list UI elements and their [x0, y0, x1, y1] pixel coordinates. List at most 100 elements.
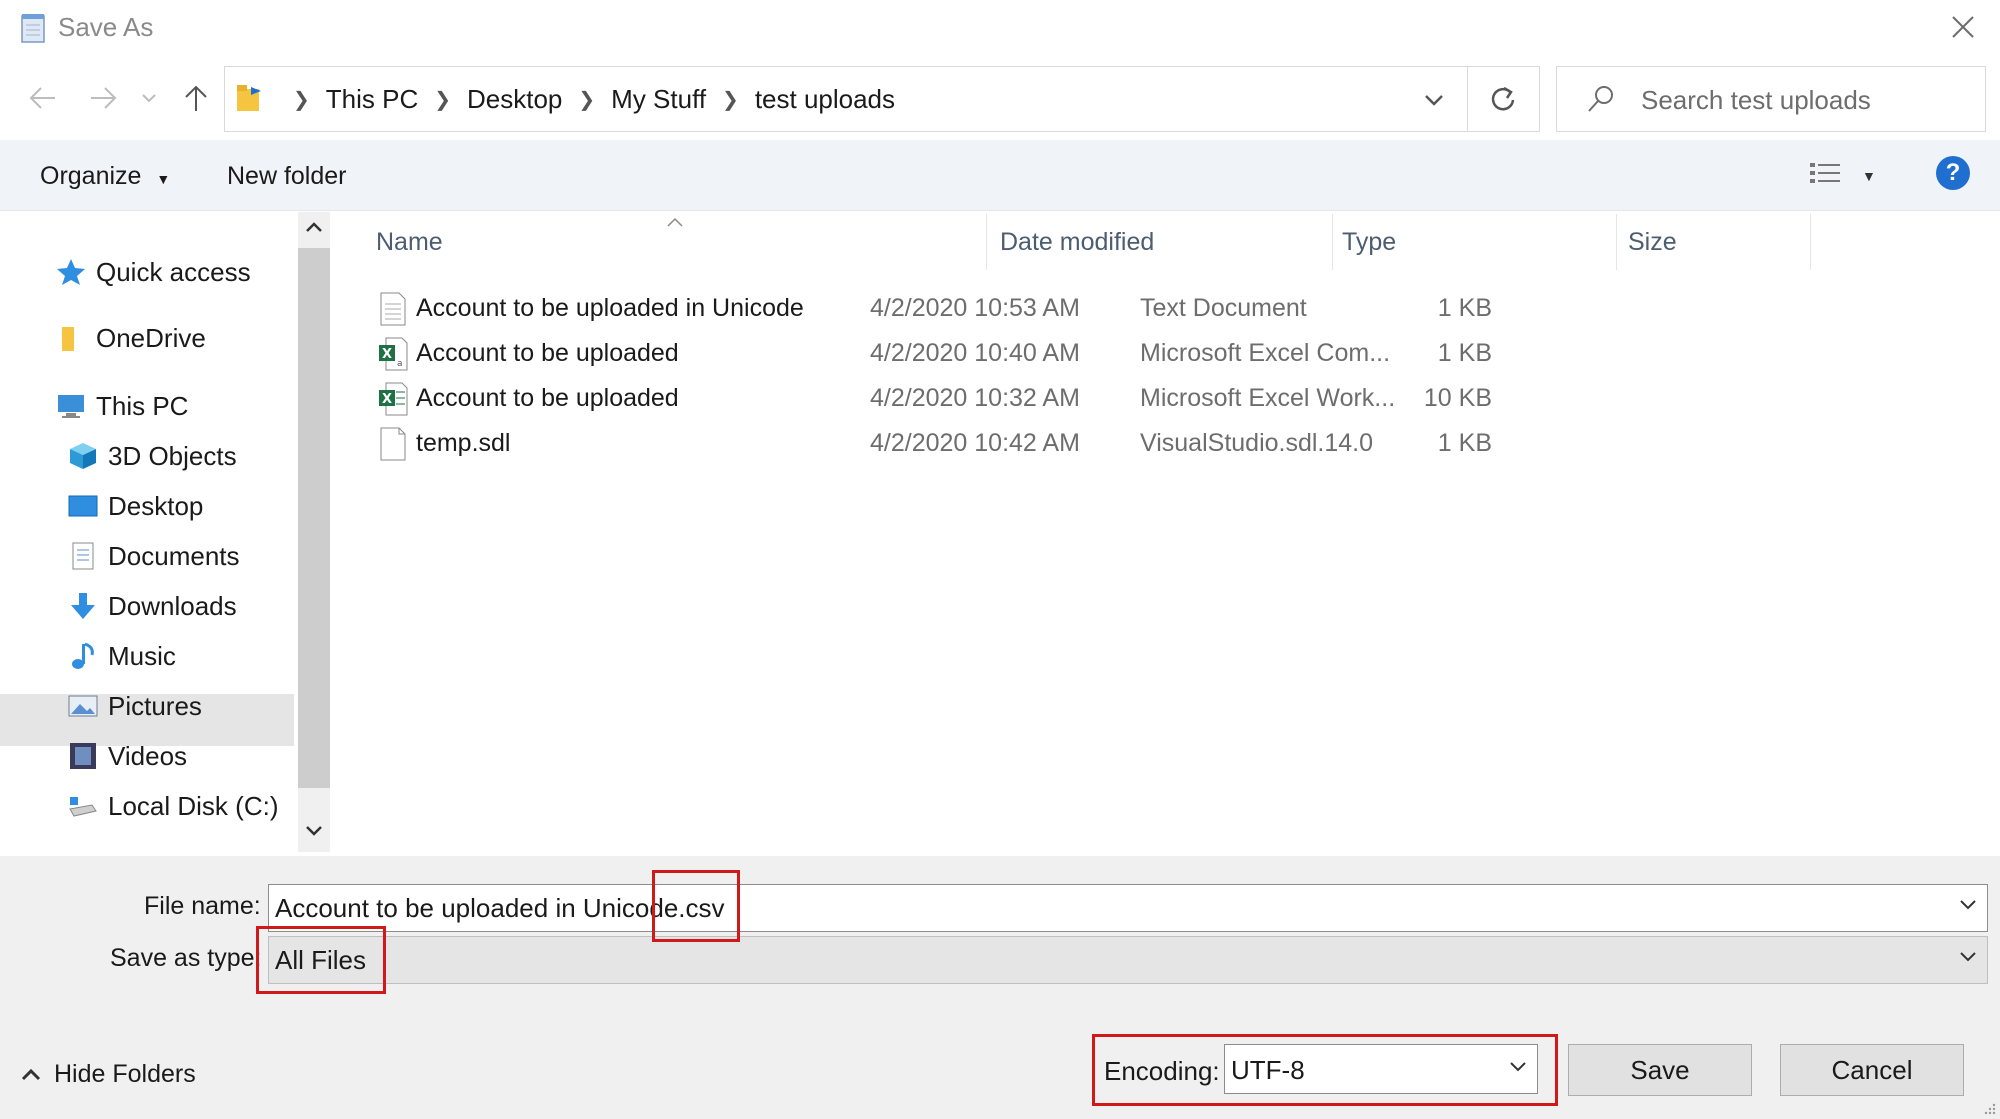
hide-folders-button[interactable]: Hide Folders [20, 1060, 196, 1089]
sidebar-item-3d-objects[interactable]: 3D Objects [68, 434, 237, 478]
column-divider [1332, 214, 1333, 270]
column-header-size[interactable]: Size [1628, 228, 1677, 257]
column-header-name[interactable]: Name [376, 228, 443, 257]
forward-button[interactable] [84, 78, 124, 118]
sidebar-item-local-disk[interactable]: Local Disk (C:) [68, 784, 278, 828]
title-bar: Save As [0, 0, 2000, 58]
breadcrumb-separator-icon: ❯ [293, 88, 310, 111]
chevron-down-icon[interactable] [1959, 899, 1977, 911]
sidebar-item-pictures[interactable]: Pictures [68, 684, 202, 728]
sidebar-item-this-pc[interactable]: This PC [56, 384, 188, 428]
file-name: Account to be uploaded [416, 384, 679, 412]
view-details-icon[interactable] [1808, 160, 1842, 190]
folder-icon [237, 85, 261, 111]
file-type: VisualStudio.sdl.14.0 [1140, 429, 1374, 457]
column-divider [986, 214, 987, 270]
svg-text:a: a [397, 359, 403, 369]
caret-down-icon: ▼ [156, 171, 171, 187]
file-name: Account to be uploaded in Unicode [416, 294, 804, 322]
breadcrumb-desktop[interactable]: Desktop [467, 84, 562, 115]
help-icon[interactable]: ? [1936, 156, 1970, 190]
navigation-pane-scrollbar[interactable] [298, 212, 330, 852]
file-row[interactable]: Account to be uploaded in Unicode 4/2/20… [378, 288, 1778, 332]
resize-grip-icon[interactable] [1982, 1101, 1996, 1115]
column-divider [1810, 214, 1811, 270]
notepad-icon [21, 14, 45, 43]
address-dropdown-icon[interactable] [1419, 85, 1449, 115]
scroll-down-icon[interactable] [304, 824, 324, 838]
breadcrumb-my-stuff[interactable]: My Stuff [611, 84, 706, 115]
sidebar-item-desktop[interactable]: Desktop [68, 484, 203, 528]
refresh-icon [1491, 86, 1515, 111]
file-name-label: File name: [144, 892, 261, 920]
breadcrumb-separator-icon: ❯ [722, 88, 739, 111]
save-button[interactable]: Save [1568, 1044, 1752, 1096]
breadcrumb-test-uploads[interactable]: test uploads [755, 84, 895, 115]
file-name: Account to be uploaded [416, 339, 679, 367]
file-list: Name Date modified Type Size Account to … [332, 212, 2000, 852]
back-button[interactable] [22, 78, 62, 118]
blank-file-icon [380, 427, 406, 461]
new-folder-button[interactable]: New folder [227, 162, 347, 191]
file-name-field[interactable]: Account to be uploaded in Unicode.csv [268, 884, 1988, 932]
encoding-select[interactable]: UTF-8 [1224, 1044, 1538, 1094]
file-size: 10 KB [1423, 384, 1492, 412]
highlight-extension-box [652, 870, 740, 942]
sidebar-item-documents[interactable]: Documents [68, 534, 240, 578]
cancel-button[interactable]: Cancel [1780, 1044, 1964, 1096]
scroll-up-icon[interactable] [304, 220, 324, 234]
sidebar-item-label: Pictures [108, 690, 202, 721]
column-header-date-modified[interactable]: Date modified [1000, 228, 1154, 257]
sidebar-item-label: Quick access [96, 256, 251, 287]
scrollbar-thumb[interactable] [298, 248, 330, 788]
file-row[interactable]: temp.sdl 4/2/2020 10:42 AM VisualStudio.… [378, 423, 1778, 467]
documents-icon [72, 542, 94, 570]
sidebar-item-videos[interactable]: Videos [68, 734, 187, 778]
column-header-type[interactable]: Type [1342, 228, 1396, 257]
file-size: 1 KB [1437, 339, 1492, 367]
excel-csv-icon: X a [379, 337, 408, 371]
svg-text:X: X [382, 392, 392, 407]
breadcrumb-separator-icon: ❯ [434, 88, 451, 111]
close-icon[interactable] [1948, 12, 1978, 42]
up-button[interactable] [176, 78, 216, 118]
file-row[interactable]: X a Account to be uploaded 4/2/2020 10:4… [378, 333, 1778, 377]
refresh-button[interactable] [1467, 67, 1538, 131]
sort-ascending-icon [667, 217, 683, 227]
file-size: 1 KB [1437, 294, 1492, 322]
sidebar-item-quick-access[interactable]: Quick access [56, 250, 251, 294]
breadcrumb: ❯ This PC ❯ Desktop ❯ My Stuff ❯ test up… [277, 67, 895, 131]
sidebar-item-downloads[interactable]: Downloads [68, 584, 237, 628]
sidebar-item-label: This PC [96, 390, 189, 421]
videos-icon [70, 743, 96, 769]
save-type-select[interactable]: All Files [268, 936, 1988, 984]
highlight-save-type-box [256, 926, 386, 994]
up-arrow-icon [185, 85, 207, 111]
sidebar-item-label: Music [108, 640, 176, 671]
sidebar-item-label: Downloads [108, 590, 237, 621]
search-input[interactable]: Search test uploads [1556, 66, 1986, 132]
file-date: 4/2/2020 10:40 AM [870, 339, 1080, 367]
chevron-down-icon[interactable] [1509, 1061, 1527, 1073]
sidebar-item-label: Documents [108, 540, 240, 571]
sidebar-item-music[interactable]: Music [68, 634, 176, 678]
sidebar-item-onedrive[interactable]: OneDrive [56, 316, 206, 360]
forward-arrow-icon [91, 87, 117, 109]
breadcrumb-separator-icon: ❯ [578, 88, 596, 111]
file-date: 4/2/2020 10:42 AM [870, 429, 1080, 457]
command-toolbar: Organize ▼ New folder ▼ ? [0, 140, 2000, 211]
file-name: temp.sdl [416, 429, 511, 457]
address-bar[interactable]: ❯ This PC ❯ Desktop ❯ My Stuff ❯ test up… [224, 66, 1540, 132]
sidebar-item-label: Local Disk (C:) [108, 790, 279, 821]
recent-locations-button[interactable] [134, 78, 164, 118]
chevron-down-icon[interactable] [1959, 951, 1977, 963]
navigation-bar: ❯ This PC ❯ Desktop ❯ My Stuff ❯ test up… [0, 62, 2000, 136]
folder-icon [62, 327, 74, 351]
view-dropdown-icon[interactable]: ▼ [1862, 168, 1876, 184]
file-type: Microsoft Excel Work... [1140, 384, 1396, 412]
organize-button[interactable]: Organize ▼ [40, 162, 170, 191]
desktop-icon [68, 495, 98, 517]
sidebar-item-label: OneDrive [96, 322, 206, 353]
breadcrumb-this-pc[interactable]: This PC [326, 84, 418, 115]
file-row[interactable]: X Account to be uploaded 4/2/2020 10:32 … [378, 378, 1778, 422]
